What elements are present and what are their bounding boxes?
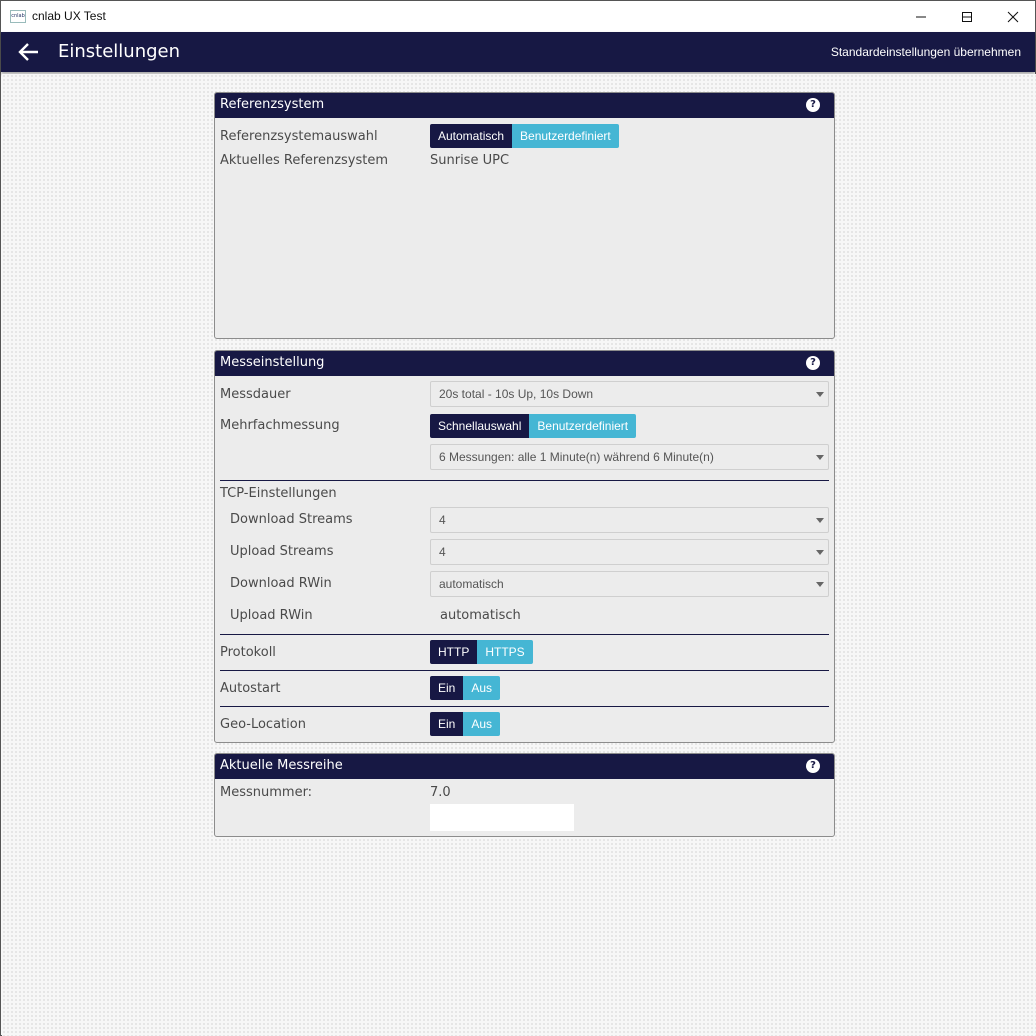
page-title: Einstellungen (58, 41, 181, 62)
panel-aktuelle-messreihe: Aktuelle Messreihe ? Messnummer: 7.0 (214, 753, 835, 837)
reset-defaults-button[interactable]: Standardeinstellungen übernehmen (831, 45, 1021, 59)
option-schnellauswahl[interactable]: Schnellauswahl (430, 414, 530, 438)
messdauer-label: Messdauer (220, 387, 291, 402)
download-rwin-label: Download RWin (230, 576, 332, 591)
download-streams-select[interactable]: 4 (430, 507, 829, 533)
panel-title: Referenzsystem (220, 97, 325, 112)
divider (220, 634, 829, 635)
messnummer-value: 7.0 (430, 785, 451, 800)
upload-streams-label: Upload Streams (230, 544, 334, 559)
messnummer-label: Messnummer: (220, 785, 313, 800)
panel-header: Referenzsystem ? (215, 93, 834, 118)
panel-messeinstellung: Messeinstellung ? Messdauer 20s total - … (214, 350, 835, 743)
mehrfachmessung-select[interactable]: 6 Messungen: alle 1 Minute(n) während 6 … (430, 444, 829, 470)
autostart-toggle: Ein Aus (430, 676, 501, 700)
panel-referenzsystem: Referenzsystem ? Referenzsystemauswahl A… (214, 92, 835, 339)
option-ein[interactable]: Ein (430, 676, 464, 700)
title-bar: cnlab cnlab UX Test (1, 1, 1035, 32)
mehrfachmessung-toggle: Schnellauswahl Benutzerdefiniert (430, 414, 637, 438)
download-rwin-select[interactable]: automatisch (430, 571, 829, 597)
messnummer-input[interactable] (430, 804, 574, 831)
download-streams-label: Download Streams (230, 512, 353, 527)
chevron-down-icon (816, 455, 824, 460)
upload-streams-value: 4 (439, 545, 446, 559)
panel-header: Messeinstellung ? (215, 351, 834, 376)
help-icon[interactable]: ? (806, 759, 820, 773)
divider (220, 480, 829, 481)
option-aus[interactable]: Aus (463, 676, 501, 700)
protokoll-toggle: HTTP HTTPS (430, 640, 533, 664)
messdauer-select[interactable]: 20s total - 10s Up, 10s Down (430, 381, 829, 407)
divider (220, 670, 829, 671)
chevron-down-icon (816, 518, 824, 523)
chevron-down-icon (816, 582, 824, 587)
divider (220, 706, 829, 707)
app-logo-icon: cnlab (10, 10, 26, 23)
option-benutzerdefiniert[interactable]: Benutzerdefiniert (512, 124, 619, 148)
option-automatisch[interactable]: Automatisch (430, 124, 513, 148)
upload-rwin-value: automatisch (440, 608, 521, 623)
app-window: cnlab cnlab UX Test Einstellungen Standa… (0, 0, 1036, 1036)
geo-location-toggle: Ein Aus (430, 712, 501, 736)
help-icon[interactable]: ? (806, 356, 820, 370)
messdauer-value: 20s total - 10s Up, 10s Down (439, 387, 594, 401)
back-button[interactable] (17, 41, 41, 63)
download-rwin-value: automatisch (439, 577, 504, 591)
panel-header: Aktuelle Messreihe ? (215, 754, 834, 779)
geo-location-label: Geo-Location (220, 717, 306, 732)
panel-title: Messeinstellung (220, 355, 325, 370)
settings-content[interactable]: Referenzsystem ? Referenzsystemauswahl A… (2, 74, 1036, 1036)
upload-streams-select[interactable]: 4 (430, 539, 829, 565)
protokoll-label: Protokoll (220, 645, 276, 660)
tcp-einstellungen-label: TCP-Einstellungen (220, 486, 337, 501)
mehrfachmessung-value: 6 Messungen: alle 1 Minute(n) während 6 … (439, 450, 714, 464)
option-https[interactable]: HTTPS (477, 640, 533, 664)
option-aus[interactable]: Aus (463, 712, 501, 736)
autostart-label: Autostart (220, 681, 281, 696)
upload-rwin-label: Upload RWin (230, 608, 313, 623)
download-streams-value: 4 (439, 513, 446, 527)
panel-title: Aktuelle Messreihe (220, 758, 343, 773)
option-benutzerdefiniert[interactable]: Benutzerdefiniert (529, 414, 637, 438)
option-http[interactable]: HTTP (430, 640, 478, 664)
referenzsystemauswahl-label: Referenzsystemauswahl (220, 129, 378, 144)
app-header: Einstellungen Standardeinstellungen über… (1, 32, 1035, 72)
aktuelles-referenzsystem-label: Aktuelles Referenzsystem (220, 153, 389, 168)
mehrfachmessung-label: Mehrfachmessung (220, 418, 340, 433)
aktuelles-referenzsystem-value: Sunrise UPC (430, 153, 510, 168)
option-ein[interactable]: Ein (430, 712, 464, 736)
chevron-down-icon (816, 550, 824, 555)
help-icon[interactable]: ? (806, 98, 820, 112)
window-title: cnlab UX Test (32, 9, 106, 23)
arrow-left-icon (18, 43, 38, 61)
referenzsystemauswahl-toggle: Automatisch Benutzerdefiniert (430, 124, 619, 148)
chevron-down-icon (816, 392, 824, 397)
